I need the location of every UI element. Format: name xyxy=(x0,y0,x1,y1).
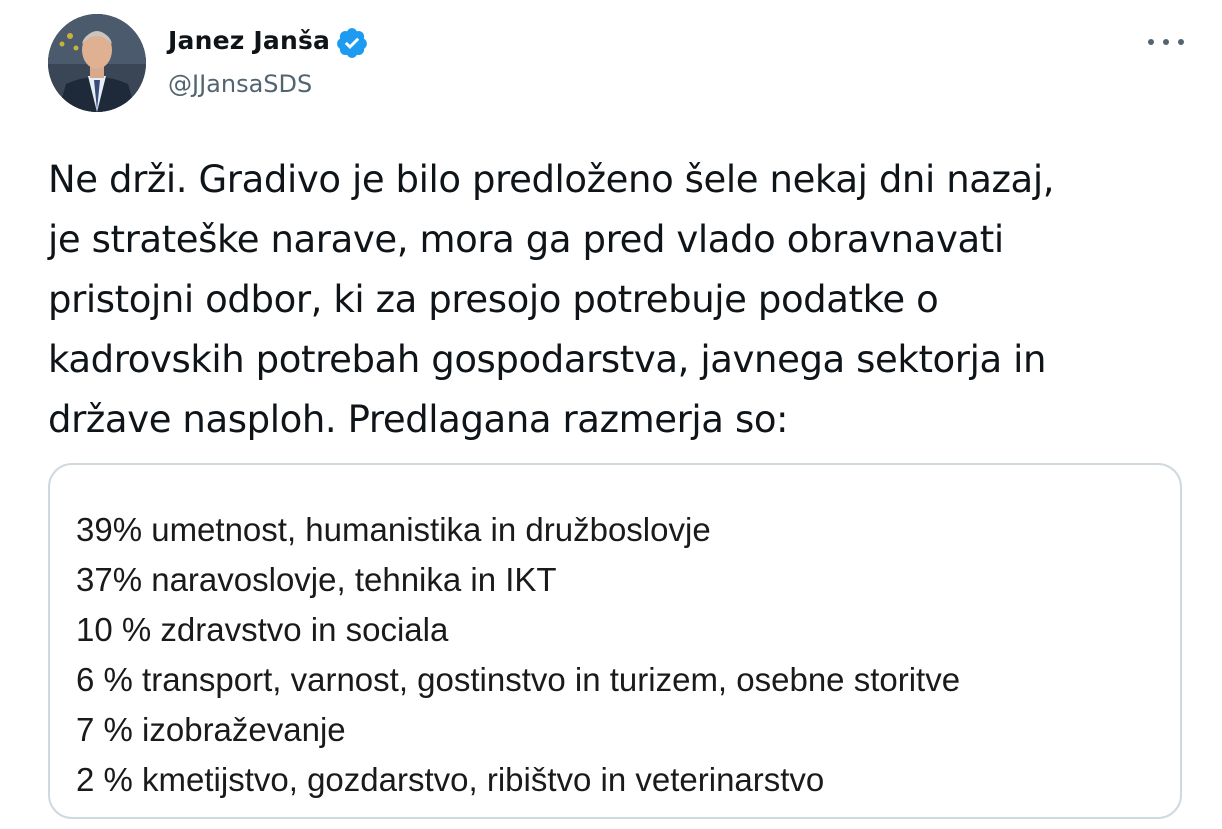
stats-list: 39% umetnost, humanistika in družboslovj… xyxy=(76,505,960,805)
more-options-icon[interactable] xyxy=(1148,30,1184,54)
stats-line: 37% naravoslovje, tehnika in IKT xyxy=(76,561,557,598)
author-handle[interactable]: @JJansaSDS xyxy=(168,70,312,98)
dot xyxy=(1178,39,1184,45)
profile-photo-icon xyxy=(48,14,146,112)
dot xyxy=(1163,39,1169,45)
tweet-text: Ne drži. Gradivo je bilo predloženo šele… xyxy=(48,158,1055,441)
stats-line: 39% umetnost, humanistika in družboslovj… xyxy=(76,511,711,548)
stats-line: 7 % izobraževanje xyxy=(76,711,346,748)
stats-line: 10 % zdravstvo in sociala xyxy=(76,611,449,648)
stats-line: 6 % transport, varnost, gostinstvo in tu… xyxy=(76,661,961,698)
verified-badge-icon xyxy=(337,28,367,58)
dot xyxy=(1148,39,1154,45)
author-name[interactable]: Janez Janša xyxy=(168,26,330,55)
media-image[interactable]: 39% umetnost, humanistika in družboslovj… xyxy=(48,463,1182,819)
tweet: Janez Janša @JJansaSDS Ne drži. Gradivo … xyxy=(0,0,1222,829)
stats-line: 2 % kmetijstvo, gozdarstvo, ribištvo in … xyxy=(76,761,825,798)
author-avatar[interactable] xyxy=(48,14,146,112)
